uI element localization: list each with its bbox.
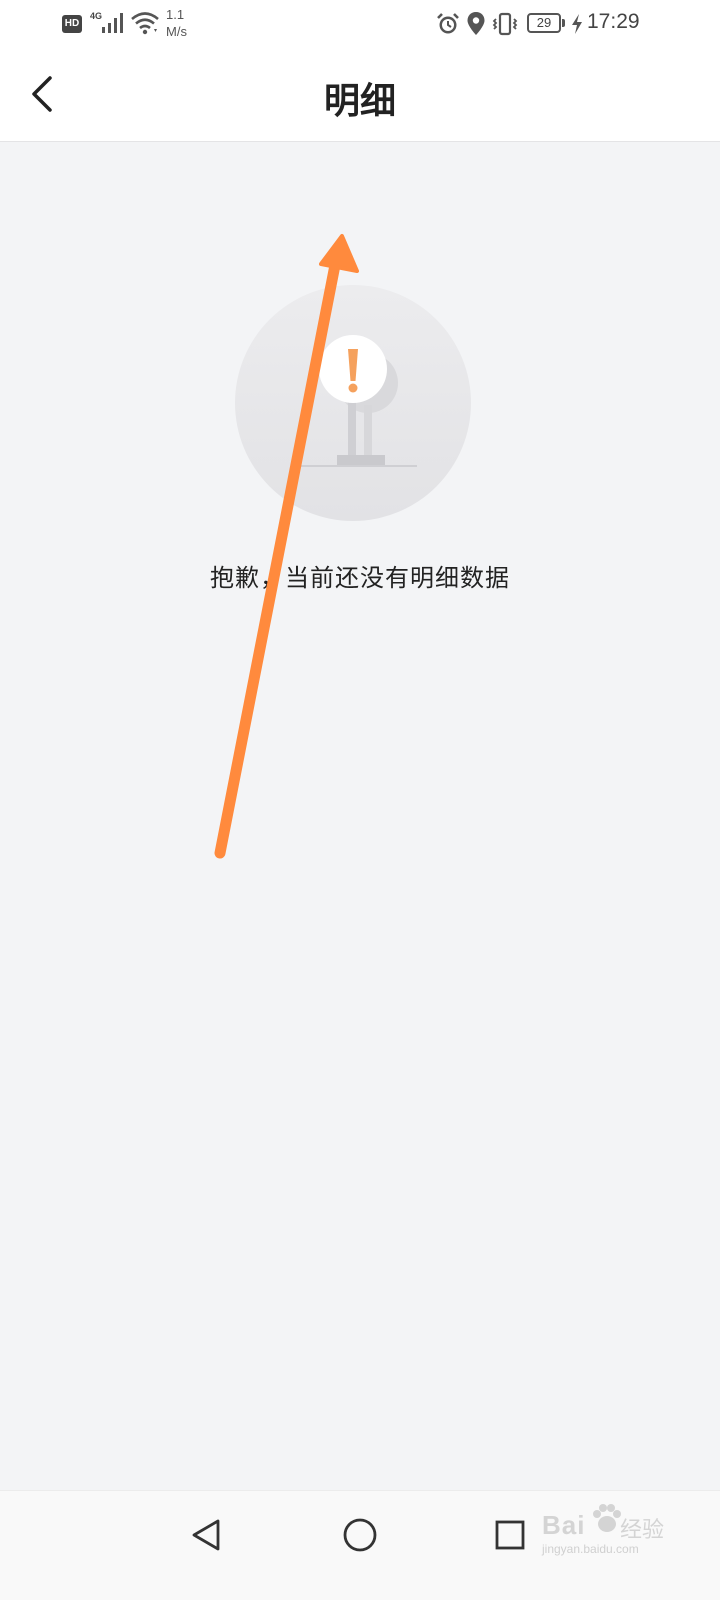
watermark-suffix: 经验 [620, 1518, 665, 1543]
battery-icon: 29 [527, 13, 561, 33]
network-speed: 1.1 M/s [166, 6, 200, 40]
clock: 17:29 [587, 10, 640, 33]
watermark-brand: Bai [542, 1510, 586, 1540]
nav-recents-icon[interactable] [480, 1505, 540, 1565]
signal-icon [102, 13, 123, 33]
location-icon [467, 12, 485, 35]
alarm-icon [437, 13, 459, 34]
network-speed-value: 1.1 [166, 7, 185, 22]
paw-icon [593, 1504, 621, 1532]
nav-back-icon[interactable] [180, 1505, 240, 1565]
page-title: 明细 [323, 80, 396, 122]
battery-tip [562, 19, 565, 27]
network-speed-unit: M/s [166, 24, 187, 39]
empty-state-message: 抱歉，当前还没有明细数据 [210, 564, 510, 592]
charging-icon [572, 14, 582, 34]
empty-state-illustration [235, 285, 471, 521]
status-bar: HD 4G 1.1 M/s 29 17:29 [0, 0, 720, 50]
annotation-arrow [214, 234, 359, 859]
watermark: Bai 经验 jingyan.baidu.com [538, 1502, 688, 1562]
app-header: 明细 [0, 50, 720, 142]
vibrate-icon [492, 12, 518, 36]
hd-badge: HD [62, 15, 82, 33]
watermark-url: jingyan.baidu.com [542, 1542, 639, 1556]
nav-home-icon[interactable] [330, 1505, 390, 1565]
wifi-icon [131, 12, 159, 35]
